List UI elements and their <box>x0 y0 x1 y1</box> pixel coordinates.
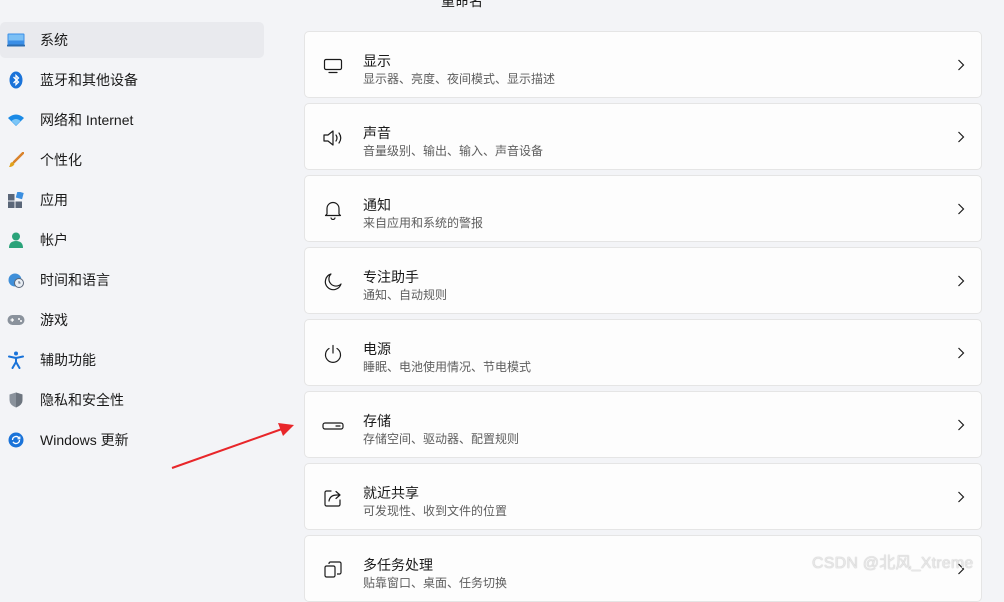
chevron-right-icon <box>958 491 965 503</box>
card-title: 声音 <box>363 125 391 141</box>
sidebar-item-personalization[interactable]: 个性化 <box>0 142 264 178</box>
card-title: 通知 <box>363 197 391 213</box>
card-subtitle: 显示器、亮度、夜间模式、显示描述 <box>363 72 556 86</box>
settings-card-focus-assist[interactable]: 专注助手 通知、自动规则 <box>304 247 982 314</box>
storage-icon <box>321 414 345 438</box>
share-icon <box>321 486 345 510</box>
watermark: CSDN @北风_Xtreme <box>812 555 974 572</box>
display-icon <box>321 54 345 78</box>
account-icon <box>7 231 25 249</box>
sidebar-item-privacy[interactable]: 隐私和安全性 <box>0 382 264 418</box>
sidebar-item-label: 蓝牙和其他设备 <box>40 72 138 88</box>
card-subtitle: 音量级别、输出、输入、声音设备 <box>363 144 544 158</box>
chevron-right-icon <box>958 419 965 431</box>
sidebar-item-accessibility[interactable]: 辅助功能 <box>0 342 264 378</box>
accessibility-icon <box>7 351 25 369</box>
shield-icon <box>7 391 25 409</box>
sidebar-item-label: Windows 更新 <box>40 432 129 448</box>
sidebar-item-gaming[interactable]: 游戏 <box>0 302 264 338</box>
settings-card-power[interactable]: 电源 睡眠、电池使用情况、节电模式 <box>304 319 982 386</box>
sidebar-item-label: 时间和语言 <box>40 272 110 288</box>
bell-icon <box>321 198 345 222</box>
card-title: 就近共享 <box>363 485 419 501</box>
chevron-right-icon <box>958 59 965 71</box>
sidebar-item-accounts[interactable]: 帐户 <box>0 222 264 258</box>
settings-card-notifications[interactable]: 通知 来自应用和系统的警报 <box>304 175 982 242</box>
system-icon <box>7 31 25 49</box>
card-title: 专注助手 <box>363 269 419 285</box>
card-subtitle: 睡眠、电池使用情况、节电模式 <box>363 360 532 374</box>
sidebar-item-label: 网络和 Internet <box>40 112 134 128</box>
sidebar-item-label: 帐户 <box>40 232 68 248</box>
chevron-right-icon <box>958 347 965 359</box>
settings-card-sound[interactable]: 声音 音量级别、输出、输入、声音设备 <box>304 103 982 170</box>
chevron-right-icon <box>958 203 965 215</box>
brush-icon <box>7 151 25 169</box>
sidebar-item-network[interactable]: 网络和 Internet <box>0 102 264 138</box>
card-subtitle: 可发现性、收到文件的位置 <box>363 504 508 518</box>
sidebar-item-label: 辅助功能 <box>40 352 96 368</box>
sidebar-item-label: 系统 <box>40 32 68 48</box>
settings-card-storage[interactable]: 存储 存储空间、驱动器、配置规则 <box>304 391 982 458</box>
settings-list: 显示 显示器、亮度、夜间模式、显示描述 声音 音量级别、输出、输入、声音设备 通… <box>304 0 984 602</box>
card-subtitle: 来自应用和系统的警报 <box>363 216 484 230</box>
card-subtitle: 通知、自动规则 <box>363 288 448 302</box>
power-icon <box>321 342 345 366</box>
sidebar-item-label: 游戏 <box>40 312 68 328</box>
bluetooth-icon <box>7 71 25 89</box>
sidebar-item-label: 个性化 <box>40 152 82 168</box>
globe-clock-icon <box>7 271 25 289</box>
sidebar: 系统 蓝牙和其他设备 网络和 Internet 个性化 应用 帐户 时间和语言 … <box>0 0 270 577</box>
sidebar-item-bluetooth[interactable]: 蓝牙和其他设备 <box>0 62 264 98</box>
sidebar-item-apps[interactable]: 应用 <box>0 182 264 218</box>
sidebar-item-windows-update[interactable]: Windows 更新 <box>0 422 264 458</box>
sidebar-item-label: 应用 <box>40 192 68 208</box>
wifi-icon <box>7 111 25 129</box>
chevron-right-icon <box>958 275 965 287</box>
card-title: 存储 <box>363 413 391 429</box>
sidebar-item-system[interactable]: 系统 <box>0 22 264 58</box>
gamepad-icon <box>7 311 25 329</box>
apps-icon <box>7 191 25 209</box>
sidebar-item-time-language[interactable]: 时间和语言 <box>0 262 264 298</box>
speaker-icon <box>321 126 345 150</box>
chevron-right-icon <box>958 131 965 143</box>
update-icon <box>7 431 25 449</box>
settings-card-display[interactable]: 显示 显示器、亮度、夜间模式、显示描述 <box>304 31 982 98</box>
settings-card-nearby-sharing[interactable]: 就近共享 可发现性、收到文件的位置 <box>304 463 982 530</box>
card-title: 多任务处理 <box>363 557 433 573</box>
multitask-icon <box>321 558 345 582</box>
card-title: 电源 <box>363 341 391 357</box>
card-title: 显示 <box>363 53 391 69</box>
sidebar-item-label: 隐私和安全性 <box>40 392 124 408</box>
moon-icon <box>321 270 345 294</box>
card-subtitle: 存储空间、驱动器、配置规则 <box>363 432 520 446</box>
